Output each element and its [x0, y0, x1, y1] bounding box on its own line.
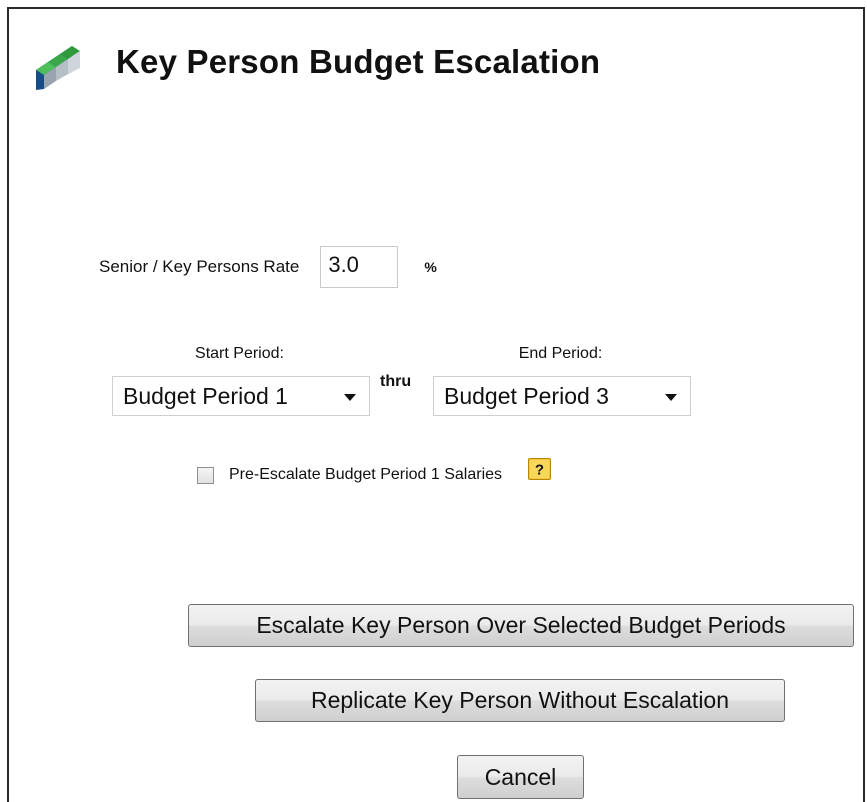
dialog-header: Key Person Budget Escalation: [26, 27, 846, 97]
help-question-icon[interactable]: ?: [528, 458, 552, 480]
page-title: Key Person Budget Escalation: [116, 43, 601, 80]
start-period-label: Start Period:: [195, 345, 284, 362]
end-period-label: End Period:: [518, 345, 603, 362]
cancel-button[interactable]: Cancel: [457, 755, 584, 799]
rate-label: Senior / Key Persons Rate: [99, 257, 300, 276]
thru-label: thru: [380, 373, 412, 390]
replicate-button[interactable]: Replicate Key Person Without Escalation: [255, 679, 785, 722]
start-period-value: Budget Period 1: [123, 382, 288, 409]
staircase-icon: [36, 46, 80, 90]
end-period-value: Budget Period 3: [444, 382, 609, 409]
chevron-down-icon: [344, 393, 356, 401]
pre-escalate-checkbox[interactable]: [197, 466, 214, 484]
pre-escalate-label: Pre-Escalate Budget Period 1 Salaries: [229, 466, 503, 483]
rate-unit: %: [424, 259, 437, 275]
end-period-select[interactable]: Budget Period 3: [433, 376, 691, 416]
rate-input[interactable]: [320, 246, 399, 288]
pre-escalate-row: Pre-Escalate Budget Period 1 Salaries ?: [197, 458, 552, 490]
help-glyph: ?: [535, 462, 544, 479]
escalate-button[interactable]: Escalate Key Person Over Selected Budget…: [188, 604, 854, 647]
chevron-down-icon: [665, 393, 677, 401]
start-period-select[interactable]: Budget Period 1: [112, 376, 370, 416]
key-person-escalation-dialog: Key Person Budget Escalation Senior / Ke…: [7, 7, 865, 802]
rate-row: Senior / Key Persons Rate %: [99, 241, 437, 293]
